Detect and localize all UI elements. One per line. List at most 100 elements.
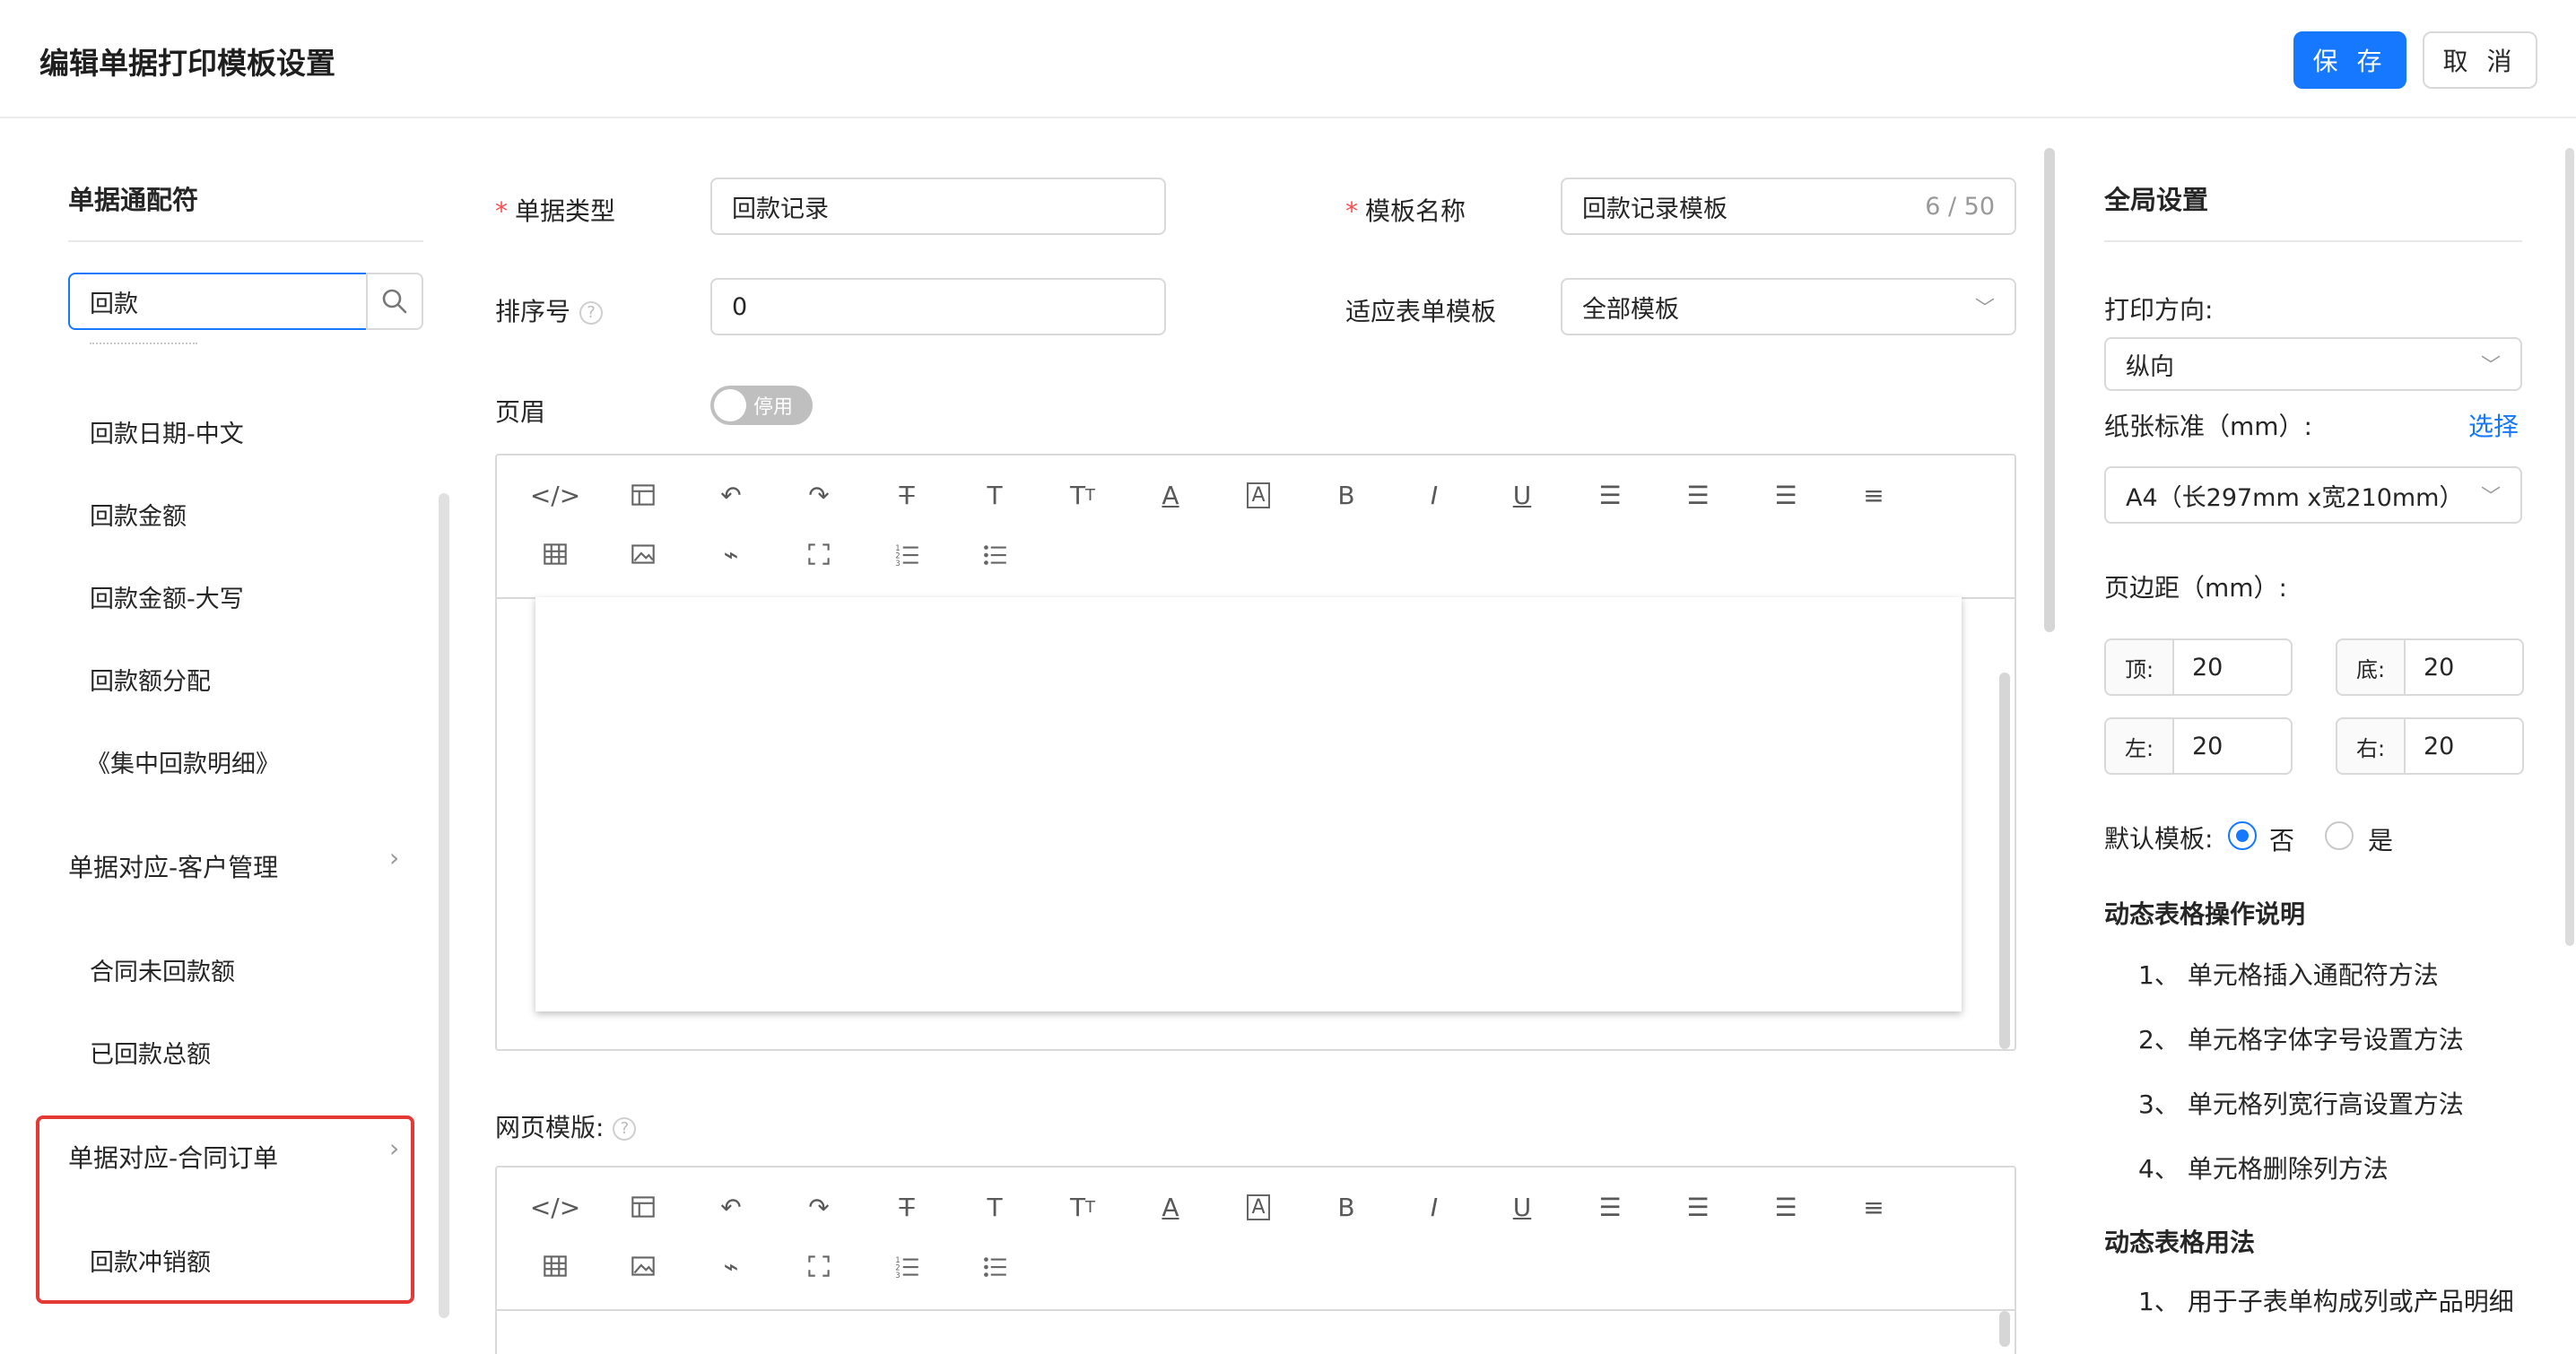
background-color-icon[interactable]: A (1214, 477, 1302, 513)
chevron-right-icon[interactable]: › (389, 1133, 399, 1163)
source-code-icon[interactable]: </> (511, 1189, 599, 1225)
align-left-icon[interactable]: ☰ (1566, 477, 1654, 513)
template-name-value: 回款记录模板 (1582, 195, 1727, 223)
search-button[interactable] (366, 273, 423, 330)
wildcard-item[interactable]: 已回款总额 (90, 1035, 211, 1070)
justify-icon[interactable]: ≡ (1830, 1189, 1918, 1225)
template-name-label: * 模板名称 (1345, 196, 1466, 226)
wildcard-item[interactable]: 回款额分配 (90, 662, 211, 697)
paper-select-link[interactable]: 选择 (2468, 407, 2519, 443)
bold-icon[interactable]: B (1302, 477, 1390, 513)
template-icon[interactable] (599, 477, 687, 513)
italic-icon[interactable]: I (1390, 477, 1478, 513)
group-customer-management[interactable]: 单据对应-客户管理 (68, 848, 278, 884)
wildcard-item[interactable]: 回款金额 (90, 497, 187, 532)
right-scrollbar[interactable] (2565, 148, 2574, 946)
font-color-icon[interactable]: A (1127, 477, 1214, 513)
ordered-list-icon[interactable]: 123 (863, 1248, 951, 1284)
bold-icon[interactable]: B (1302, 1189, 1390, 1225)
apply-template-value: 全部模板 (1582, 295, 1679, 324)
align-right-icon[interactable]: ☰ (1742, 1189, 1830, 1225)
image-icon[interactable] (599, 536, 687, 572)
attachment-icon[interactable]: ⌁ (687, 1248, 775, 1284)
text-icon[interactable]: T (951, 477, 1039, 513)
margin-right-input[interactable]: 20 (2404, 717, 2524, 775)
redo-icon[interactable]: ↷ (775, 477, 863, 513)
help-link[interactable]: 1、 用于子表单构成列或产品明细 (2138, 1282, 2514, 1318)
align-right-icon[interactable]: ☰ (1742, 477, 1830, 513)
cancel-button[interactable]: 取 消 (2423, 31, 2537, 89)
help-icon[interactable]: ? (613, 1117, 637, 1141)
editor-page-canvas[interactable] (535, 597, 1962, 1011)
underline-icon[interactable]: U (1478, 477, 1566, 513)
margin-bottom-input[interactable]: 20 (2404, 638, 2524, 696)
wildcard-item[interactable]: 《集中回款明细》 (86, 744, 280, 779)
sort-label: 排序号? (495, 292, 604, 328)
bullet-list-icon[interactable] (951, 1248, 1039, 1284)
toggle-label: 停用 (753, 396, 794, 419)
image-icon[interactable] (599, 1248, 687, 1284)
align-center-icon[interactable]: ☰ (1654, 477, 1742, 513)
attachment-icon[interactable]: ⌁ (687, 536, 775, 572)
chevron-down-icon: ﹀ (1974, 298, 1995, 320)
font-color-icon[interactable]: A (1127, 1189, 1214, 1225)
chevron-right-icon[interactable]: › (389, 843, 399, 872)
wildcard-item[interactable]: 回款日期-中文 (90, 414, 244, 449)
undo-icon[interactable]: ↶ (687, 477, 775, 513)
doc-type-input[interactable]: 回款记录 (710, 178, 1166, 235)
justify-icon[interactable]: ≡ (1830, 477, 1918, 513)
help-link[interactable]: 3、 单元格列宽行高设置方法 (2138, 1085, 2464, 1121)
help-link[interactable]: 4、 单元格删除列方法 (2138, 1150, 2389, 1185)
default-template-label: 默认模板: (2104, 824, 2214, 854)
orientation-select[interactable]: 纵向 ﹀ (2104, 337, 2522, 391)
apply-template-label: 适应表单模板 (1345, 297, 1497, 326)
wildcard-search-input[interactable]: 回款 (68, 273, 368, 330)
underline-icon[interactable]: U (1478, 1189, 1566, 1225)
template-name-input[interactable]: 回款记录模板 6 / 50 (1561, 178, 2016, 235)
table-icon[interactable] (511, 536, 599, 572)
template-icon[interactable] (599, 1189, 687, 1225)
margin-right-label: 右: (2336, 717, 2406, 775)
group-contract-order[interactable]: 单据对应-合同订单 (68, 1139, 278, 1175)
orientation-label: 打印方向: (2104, 295, 2214, 325)
text-icon[interactable]: T (951, 1189, 1039, 1225)
editor-scrollbar[interactable] (1999, 673, 2010, 1049)
paper-size-select[interactable]: A4（长297mm x宽210mm） ﹀ (2104, 466, 2522, 524)
undo-icon[interactable]: ↶ (687, 1189, 775, 1225)
wildcard-item[interactable]: 回款金额-大写 (90, 579, 244, 614)
paper-size-value: A4（长297mm x宽210mm） (2126, 483, 2464, 512)
default-no-radio[interactable] (2228, 821, 2257, 850)
align-left-icon[interactable]: ☰ (1566, 1189, 1654, 1225)
redo-icon[interactable]: ↷ (775, 1189, 863, 1225)
ordered-list-icon[interactable]: 123 (863, 536, 951, 572)
save-button[interactable]: 保 存 (2293, 31, 2406, 89)
left-scrollbar[interactable] (439, 493, 449, 1318)
apply-template-select[interactable]: 全部模板 ﹀ (1561, 278, 2016, 335)
strikethrough-icon[interactable]: T (863, 1189, 951, 1225)
sort-input[interactable]: 0 (710, 278, 1166, 335)
margin-left-input[interactable]: 20 (2172, 717, 2293, 775)
editor-toolbar-row: </> ↶ ↷ T T TT A A B I U ☰ ☰ ☰ ≡ (511, 1189, 1918, 1225)
editor-toolbar-row: ⌁ 123 (511, 536, 1039, 572)
help-link[interactable]: 2、 单元格字体字号设置方法 (2138, 1020, 2464, 1056)
help-link[interactable]: 1、 单元格插入通配符方法 (2138, 956, 2439, 992)
source-code-icon[interactable]: </> (511, 477, 599, 513)
strikethrough-icon[interactable]: T (863, 477, 951, 513)
align-center-icon[interactable]: ☰ (1654, 1189, 1742, 1225)
form-scrollbar[interactable] (2044, 148, 2055, 632)
margin-top-input[interactable]: 20 (2172, 638, 2293, 696)
fullscreen-icon[interactable] (775, 536, 863, 572)
wildcard-item[interactable]: 回款冲销额 (90, 1243, 211, 1278)
doc-type-label: * 单据类型 (495, 196, 616, 226)
default-yes-radio[interactable] (2325, 821, 2354, 850)
italic-icon[interactable]: I (1390, 1189, 1478, 1225)
font-size-icon[interactable]: TT (1039, 1189, 1127, 1225)
fullscreen-icon[interactable] (775, 1248, 863, 1284)
wildcard-item[interactable]: 合同未回款额 (90, 952, 235, 987)
editor-scrollbar[interactable] (1999, 1311, 2010, 1347)
font-size-icon[interactable]: TT (1039, 477, 1127, 513)
table-icon[interactable] (511, 1248, 599, 1284)
help-icon[interactable]: ? (579, 301, 604, 325)
background-color-icon[interactable]: A (1214, 1189, 1302, 1225)
bullet-list-icon[interactable] (951, 536, 1039, 572)
